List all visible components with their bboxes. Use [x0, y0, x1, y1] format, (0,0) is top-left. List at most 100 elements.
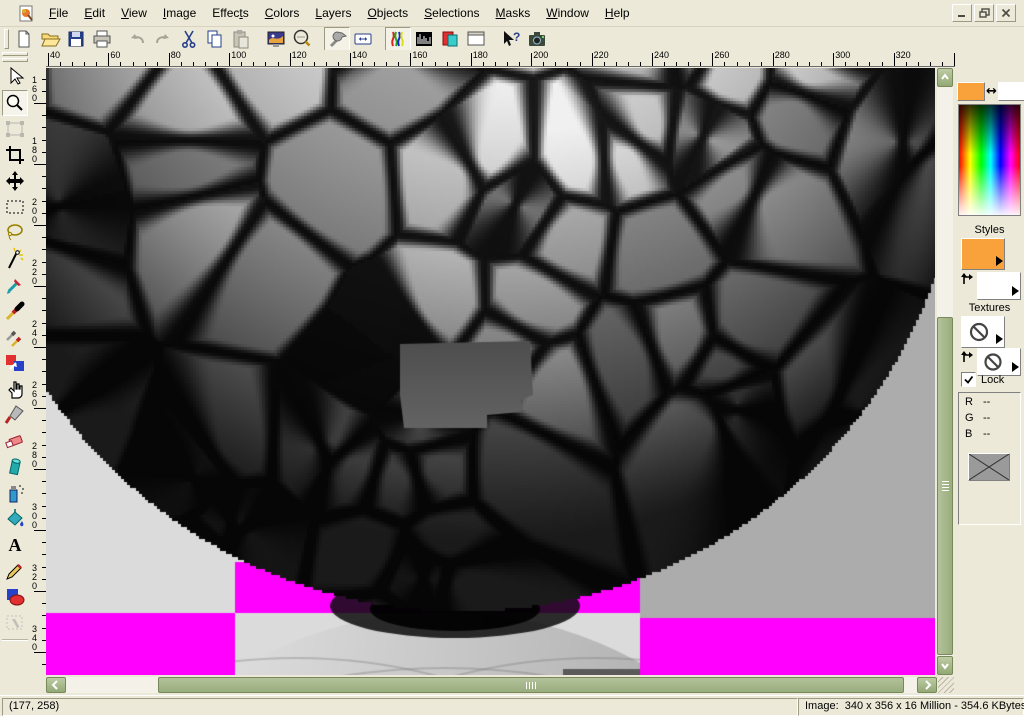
- ruler-tick: [302, 62, 303, 66]
- flyout-triangle-icon: [1012, 286, 1019, 296]
- ruler-tick: [519, 62, 520, 66]
- lock-checkbox[interactable]: [961, 372, 976, 387]
- eraser-tool[interactable]: [2, 428, 28, 454]
- scroll-right-button[interactable]: [917, 677, 937, 693]
- zoom-tool[interactable]: [2, 90, 28, 116]
- ruler-tick: [761, 62, 762, 66]
- normal-viewing-button[interactable]: [289, 27, 315, 52]
- print-icon: [91, 28, 113, 50]
- text-tool[interactable]: A: [2, 532, 28, 558]
- swap-colors-icon[interactable]: ↔: [986, 84, 997, 99]
- preset-shapes-tool[interactable]: [2, 584, 28, 610]
- open-button[interactable]: [37, 27, 63, 52]
- capture-button[interactable]: [524, 27, 550, 52]
- swap-styles-icon[interactable]: [959, 272, 975, 288]
- menu-image[interactable]: Image: [155, 2, 204, 24]
- flood-fill-tool[interactable]: [2, 506, 28, 532]
- object-selector-tool[interactable]: [2, 610, 28, 636]
- b-label: B: [965, 428, 983, 441]
- vertical-scrollbar[interactable]: [937, 68, 953, 675]
- ruler-tick: [34, 286, 46, 287]
- airbrush-tool[interactable]: [2, 480, 28, 506]
- retouch-tool-icon: [3, 377, 27, 401]
- menu-effects[interactable]: Effects: [204, 2, 256, 24]
- menu-selections[interactable]: Selections: [416, 2, 487, 24]
- freehand-tool[interactable]: [2, 220, 28, 246]
- foreground-texture-button[interactable]: [961, 316, 1005, 348]
- draw-tool[interactable]: [2, 558, 28, 584]
- selection-tool[interactable]: [2, 194, 28, 220]
- toggle-tool-options-button[interactable]: [350, 27, 376, 52]
- full-screen-preview-icon: [265, 28, 287, 50]
- scroll-down-button[interactable]: [937, 656, 953, 675]
- menu-view[interactable]: View: [113, 2, 155, 24]
- cut-button[interactable]: [176, 27, 202, 52]
- menu-objects[interactable]: Objects: [359, 2, 416, 24]
- image-canvas[interactable]: [46, 68, 935, 675]
- print-button[interactable]: [89, 27, 115, 52]
- magic-wand-tool[interactable]: [2, 246, 28, 272]
- full-screen-preview-button[interactable]: [263, 27, 289, 52]
- tool-palette-grip[interactable]: [2, 58, 28, 62]
- redo-button[interactable]: [150, 27, 176, 52]
- ruler-tick: [894, 53, 895, 66]
- histogram-window-icon: [413, 28, 435, 50]
- crop-tool[interactable]: [2, 142, 28, 168]
- close-icon: [1001, 8, 1011, 18]
- menu-help[interactable]: Help: [597, 2, 638, 24]
- background-color-swatch[interactable]: [998, 82, 1024, 101]
- context-help-button[interactable]: ?: [498, 27, 524, 52]
- chevron-up-icon: [938, 69, 952, 86]
- tool-palette: A: [0, 50, 30, 695]
- paste-button[interactable]: [228, 27, 254, 52]
- ruler-tick: [229, 53, 230, 66]
- available-colors-picker[interactable]: [958, 104, 1021, 216]
- text-tool-icon: A: [3, 533, 27, 557]
- ruler-tick: [326, 62, 327, 66]
- menu-window[interactable]: Window: [538, 2, 597, 24]
- clone-brush-tool[interactable]: [2, 324, 28, 350]
- resize-grip[interactable]: [938, 677, 954, 693]
- scroll-left-button[interactable]: [46, 677, 66, 693]
- save-button[interactable]: [63, 27, 89, 52]
- retouch-tool[interactable]: [2, 376, 28, 402]
- undo-button[interactable]: [124, 27, 150, 52]
- eraser-tool-icon: [3, 429, 27, 453]
- background-style-button[interactable]: [977, 272, 1021, 300]
- scratch-remover-tool[interactable]: [2, 402, 28, 428]
- horizontal-scrollbar[interactable]: [46, 677, 937, 693]
- copy-button[interactable]: [202, 27, 228, 52]
- color-replacer-tool[interactable]: [2, 350, 28, 376]
- menu-masks[interactable]: Masks: [488, 2, 539, 24]
- menu-file[interactable]: File: [41, 2, 76, 24]
- swap-textures-icon[interactable]: [959, 350, 975, 366]
- toggle-layer-palette-button[interactable]: [437, 27, 463, 52]
- toggle-histogram-button[interactable]: [411, 27, 437, 52]
- menu-edit[interactable]: Edit: [76, 2, 113, 24]
- new-button[interactable]: [11, 27, 37, 52]
- foreground-color-swatch[interactable]: [957, 82, 985, 101]
- toggle-color-palette-button[interactable]: [385, 27, 411, 52]
- mover-tool[interactable]: [2, 168, 28, 194]
- restore-button[interactable]: [974, 4, 994, 22]
- ruler-tick: [785, 62, 786, 66]
- menu-layers[interactable]: Layers: [307, 2, 359, 24]
- paint-brush-tool[interactable]: [2, 298, 28, 324]
- vertical-scrollbar-thumb[interactable]: [937, 317, 953, 655]
- scroll-up-button[interactable]: [937, 68, 953, 87]
- picture-tube-tool[interactable]: [2, 454, 28, 480]
- horizontal-scrollbar-thumb[interactable]: [158, 677, 904, 693]
- deformation-tool[interactable]: [2, 116, 28, 142]
- ruler-tick: [265, 62, 266, 66]
- tool-palette-grip[interactable]: [2, 52, 28, 56]
- close-button[interactable]: [996, 4, 1016, 22]
- foreground-style-button[interactable]: [961, 238, 1005, 270]
- minimize-button[interactable]: [952, 4, 972, 22]
- freehand-tool-icon: [3, 221, 27, 245]
- dropper-tool[interactable]: [2, 272, 28, 298]
- toggle-tool-palette-button[interactable]: [324, 27, 350, 52]
- toolbar-grip[interactable]: [4, 29, 9, 49]
- arrow-tool[interactable]: [2, 64, 28, 90]
- menu-colors[interactable]: Colors: [257, 2, 308, 24]
- toggle-overview-button[interactable]: [463, 27, 489, 52]
